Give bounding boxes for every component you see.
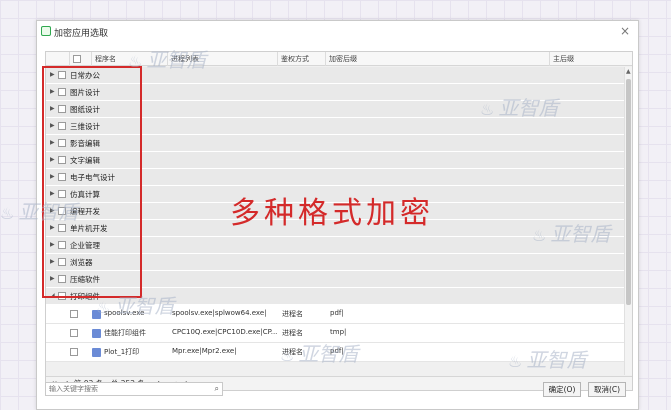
cell-encrypt-suffix: pdf| (330, 309, 344, 317)
dialog-title: 加密应用选取 (54, 29, 109, 39)
header-select-all (70, 52, 92, 66)
title-bar: 加密应用选取 × (37, 21, 638, 43)
header-program-name[interactable]: 程序名 (92, 52, 168, 66)
encryption-caption: 多种格式加密 (230, 196, 434, 231)
table-row[interactable]: Plot_1打印 Mpr.exe|Mpr2.exe| 进程名 pdf| (46, 343, 624, 362)
table-header: 程序名 进程列表 鉴权方式 加密后缀 主后缀 (46, 52, 632, 66)
search-input[interactable] (46, 383, 206, 395)
cell-program-name: spoolsv.exe (104, 309, 145, 317)
cell-process-list: CPC10Q.exe|CPC10D.exe|CP... (172, 328, 278, 336)
cell-auth-method: 进程名 (282, 348, 303, 356)
ok-button[interactable]: 确定(O) (543, 382, 581, 397)
header-expand-col (46, 52, 70, 66)
table-row[interactable]: spoolsv.exe spoolsv.exe|splwow64.exe| 进程… (46, 305, 624, 324)
cell-auth-method: 进程名 (282, 329, 303, 337)
cell-process-list: spoolsv.exe|splwow64.exe| (172, 309, 267, 317)
cancel-button[interactable]: 取消(C) (588, 382, 626, 397)
close-button[interactable]: × (618, 24, 632, 38)
row-checkbox[interactable] (70, 329, 78, 337)
cell-encrypt-suffix: pdf| (330, 347, 344, 355)
row-checkbox[interactable] (70, 348, 78, 356)
cell-program-name: 佳能打印组件 (104, 329, 146, 337)
cell-program-name: Plot_1打印 (104, 348, 140, 356)
search-box[interactable]: ⌕ (45, 382, 223, 396)
scrollbar-thumb[interactable] (626, 79, 631, 305)
header-encrypt-suffix[interactable]: 加密后缀 (326, 52, 550, 66)
program-icon (92, 348, 101, 357)
group-highlight-box (42, 66, 142, 298)
row-checkbox[interactable] (70, 310, 78, 318)
select-all-checkbox[interactable] (73, 55, 81, 63)
vertical-scrollbar[interactable]: ▲ (624, 67, 632, 375)
cell-auth-method: 进程名 (282, 310, 303, 318)
cell-process-list: Mpr.exe|Mpr2.exe| (172, 347, 237, 355)
header-auth-method[interactable]: 鉴权方式 (278, 52, 326, 66)
scroll-up-icon[interactable]: ▲ (626, 68, 631, 75)
header-process-list[interactable]: 进程列表 (168, 52, 278, 66)
program-icon (92, 310, 101, 319)
app-logo-icon (41, 26, 51, 36)
program-icon (92, 329, 101, 338)
cell-encrypt-suffix: tmp| (330, 328, 347, 336)
search-icon[interactable]: ⌕ (215, 384, 219, 394)
header-main-suffix[interactable]: 主后缀 (550, 52, 632, 66)
table-row[interactable]: 佳能打印组件 CPC10Q.exe|CPC10D.exe|CP... 进程名 t… (46, 324, 624, 343)
